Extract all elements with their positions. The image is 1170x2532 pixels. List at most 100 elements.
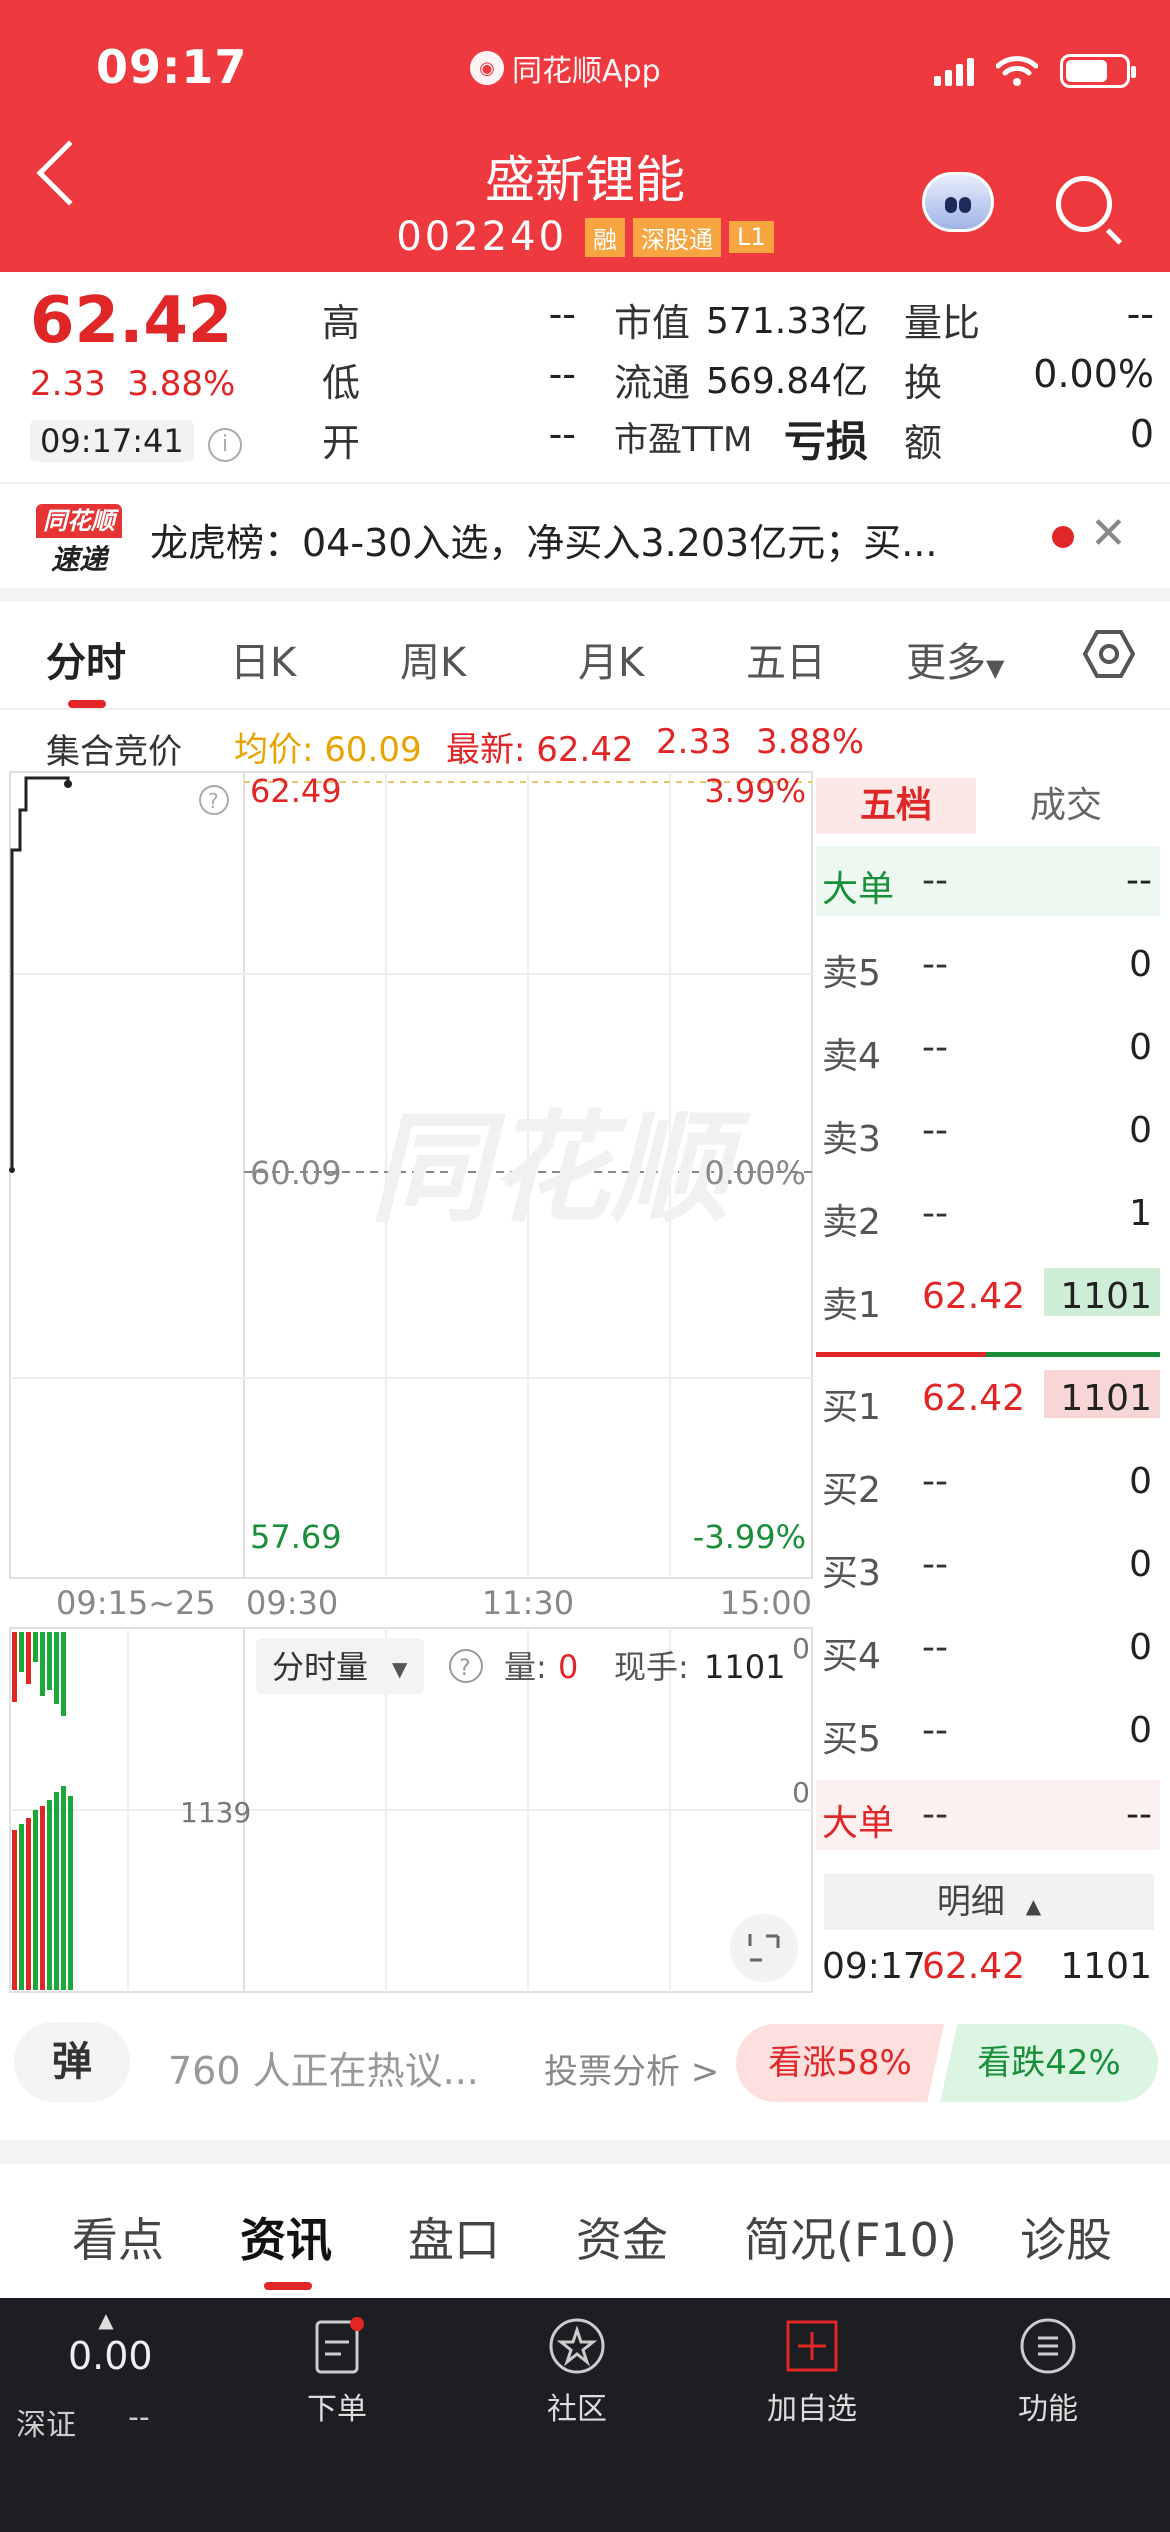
- tab-monthly-k[interactable]: 月K: [578, 630, 644, 688]
- auction-volume-bars-top: [12, 1632, 66, 1716]
- stock-name: 盛新锂能: [485, 151, 685, 209]
- functions-button[interactable]: 功能: [973, 2316, 1123, 2428]
- price-change: 2.33 3.88%: [30, 364, 235, 404]
- big-order-price: --: [922, 860, 948, 901]
- x-label-noon: 11:30: [482, 1584, 574, 1622]
- tab-trades[interactable]: 成交: [986, 778, 1146, 834]
- index-value: 0.00: [68, 2334, 153, 2378]
- index-widget[interactable]: ▲ 0.00 深证 --: [16, 2308, 176, 2443]
- tab-order-info[interactable]: 盘口: [408, 2204, 500, 2270]
- fullscreen-icon[interactable]: [730, 1914, 798, 1982]
- news-logo-top: 同花顺: [36, 504, 122, 538]
- tab-diagnosis[interactable]: 诊股: [1020, 2204, 1112, 2270]
- tab-weekly-k[interactable]: 周K: [400, 630, 466, 688]
- danmu-toggle-button[interactable]: 弹: [14, 2022, 130, 2102]
- auction-last-point: [64, 780, 72, 788]
- close-icon[interactable]: ✕: [1090, 508, 1127, 559]
- latest-price: 最新: 62.42: [446, 730, 634, 770]
- tab-five-day[interactable]: 五日: [746, 630, 826, 688]
- search-icon[interactable]: [1056, 176, 1112, 232]
- bid-row-3: 买3 -- 0: [816, 1530, 1160, 1600]
- tab-highlights[interactable]: 看点: [72, 2204, 164, 2270]
- tab-five-levels[interactable]: 五档: [816, 778, 976, 834]
- help-icon[interactable]: ?: [199, 785, 229, 815]
- hot-discussion-text[interactable]: 760 人正在热议...: [168, 2040, 479, 2095]
- buy-pressure-bar: [816, 1352, 986, 1357]
- app-name: 同花顺App: [512, 54, 661, 89]
- stock-code: 002240: [396, 214, 568, 260]
- divider: [0, 2140, 1170, 2164]
- chart-tabs: 分时 日K 周K 月K 五日 更多▼: [0, 600, 1170, 710]
- battery-icon: [1060, 54, 1136, 88]
- bid-price: --: [922, 1544, 948, 1585]
- vol-ratio-label: 量比: [904, 301, 981, 345]
- auction-label: 集合竞价: [46, 732, 182, 772]
- caret-up-icon: ▲: [1025, 1894, 1042, 1918]
- volume-selector[interactable]: 分时量 ▼: [256, 1638, 424, 1694]
- auction-volume-bars-bottom: [12, 1786, 73, 1990]
- ask-row-1: 卖1 62.42 1101: [816, 1262, 1160, 1332]
- axis-mid-pct: 0.00%: [704, 1154, 806, 1192]
- tab-capital-flow[interactable]: 资金: [576, 2204, 668, 2270]
- news-logo: 同花顺 速递: [36, 504, 122, 576]
- news-text[interactable]: 龙虎榜：04-30入选，净买入3.203亿元；买...: [150, 512, 1030, 567]
- axis-top-price: 62.49: [250, 772, 342, 810]
- pe-value: 亏损: [783, 417, 868, 466]
- hand-value: 1101: [704, 1648, 785, 1686]
- news-banner[interactable]: 同花顺 速递 龙虎榜：04-30入选，净买入3.203亿元；买...: [0, 482, 1170, 588]
- vote-bearish-button[interactable]: 看跌42%: [940, 2024, 1158, 2102]
- tab-more[interactable]: 更多▼: [906, 630, 1004, 688]
- ask-vol: 0: [1129, 1027, 1152, 1068]
- turnover-label: 换: [904, 361, 943, 405]
- float-value: 569.84亿: [706, 361, 868, 402]
- place-order-button[interactable]: 下单: [262, 2316, 412, 2428]
- float-label: 流通: [614, 361, 691, 405]
- volume-selector-label: 分时量: [272, 1648, 368, 1686]
- tab-underline: [68, 700, 106, 708]
- axis-mid-price: 60.09: [250, 1154, 342, 1192]
- ask-price: --: [922, 1193, 948, 1234]
- detail-header[interactable]: 明细 ▲: [824, 1874, 1154, 1930]
- trade-vol: 1101: [1060, 1946, 1152, 1987]
- vote-analysis-link[interactable]: 投票分析 >: [544, 2044, 719, 2093]
- order-book: 五档 成交 大单 -- -- 卖5 -- 0 卖4 -- 0 卖3 -- 0 卖…: [816, 770, 1160, 1996]
- ask-row-3: 卖3 -- 0: [816, 1096, 1160, 1166]
- bid-label: 买2: [822, 1470, 881, 1511]
- index-change: --: [128, 2400, 150, 2435]
- tab-news[interactable]: 资讯: [240, 2204, 332, 2270]
- ask-row-2: 卖2 -- 1: [816, 1179, 1160, 1249]
- ask-price: --: [922, 1110, 948, 1151]
- bid-label: 买5: [822, 1719, 881, 1760]
- bid-price: --: [922, 1627, 948, 1668]
- chevron-down-icon: ▼: [392, 1657, 408, 1681]
- hand-label: 现手:: [614, 1648, 689, 1686]
- tab-daily-k[interactable]: 日K: [230, 630, 296, 688]
- info-icon[interactable]: i: [208, 428, 242, 462]
- wifi-icon: [996, 56, 1038, 86]
- community-button[interactable]: 社区: [502, 2316, 652, 2428]
- settings-gear-icon[interactable]: [1083, 628, 1135, 680]
- assistant-robot-icon[interactable]: [922, 172, 994, 232]
- status-time: 09:17: [96, 40, 248, 94]
- cellular-signal-icon: [934, 56, 974, 86]
- volume-help-icon[interactable]: ?: [449, 1649, 483, 1683]
- trade-detail-row: 09:17 62.42 1101: [816, 1932, 1160, 2002]
- tab-f10[interactable]: 简况(F10): [744, 2204, 957, 2270]
- ask-label: 卖4: [822, 1036, 881, 1077]
- vote-bullish-button[interactable]: 看涨58%: [736, 2024, 944, 2102]
- tab-intraday[interactable]: 分时: [46, 630, 126, 688]
- bottom-toolbar: ▲ 0.00 深证 -- 下单 社区 加自选 功能: [0, 2298, 1170, 2532]
- bid-row-4: 买4 -- 0: [816, 1613, 1160, 1683]
- big-order-vol: --: [1126, 1794, 1152, 1835]
- community-star-icon: [549, 2318, 605, 2374]
- turnover-value: 0.00%: [1033, 352, 1154, 396]
- tab-underline: [264, 2282, 312, 2290]
- menu-circle-icon: [1020, 2318, 1076, 2374]
- add-watchlist-button[interactable]: 加自选: [737, 2316, 887, 2428]
- ask-price: 62.42: [922, 1276, 1026, 1317]
- axis-bottom-price: 57.69: [250, 1518, 342, 1556]
- chart-watermark: 同花顺: [370, 1102, 751, 1236]
- functions-label: 功能: [1018, 2392, 1078, 2427]
- community-label: 社区: [547, 2392, 607, 2427]
- order-book-tabs: 五档 成交: [816, 778, 1160, 838]
